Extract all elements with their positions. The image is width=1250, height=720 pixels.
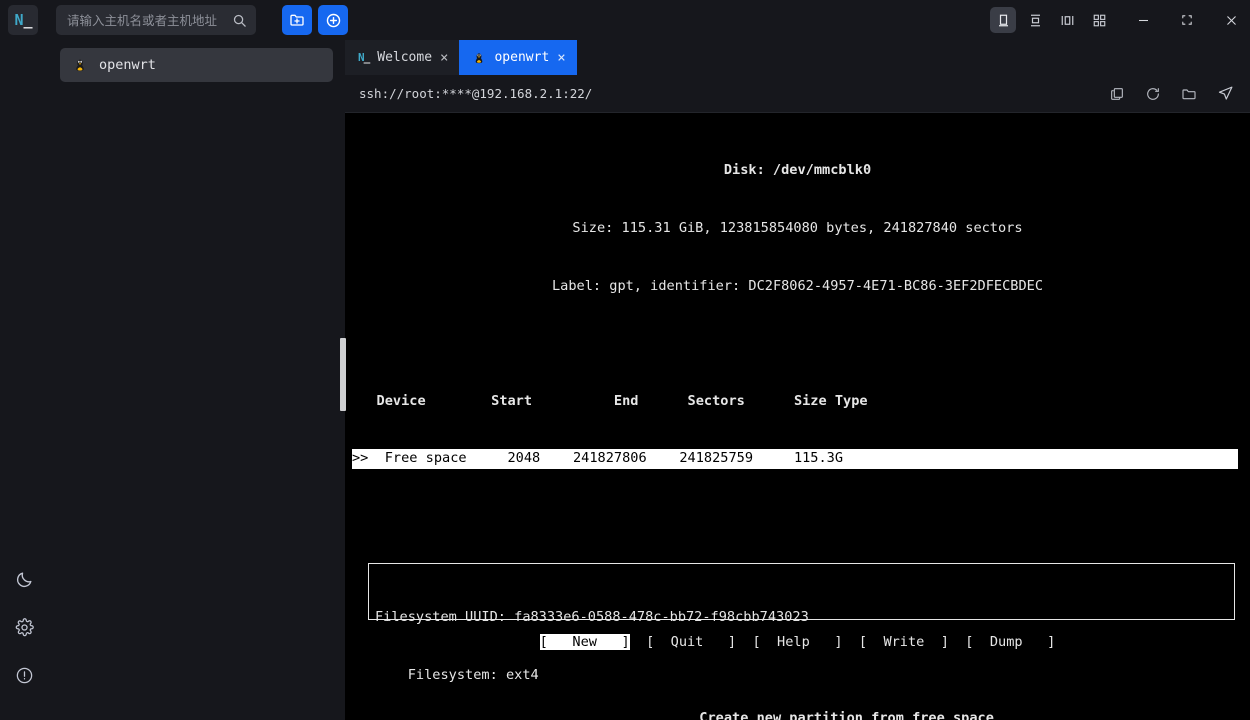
app-logo-icon: N_ [8, 5, 38, 35]
search-box[interactable] [56, 5, 256, 35]
ssh-url-input[interactable] [359, 86, 1094, 101]
partition-table-header: Device Start End Sectors Size Type [345, 392, 1250, 411]
copy-icon [1109, 86, 1125, 102]
tab-label: Welcome [377, 50, 432, 65]
gear-icon [15, 618, 34, 637]
window-body: openwrt N_ Welcome × [0, 40, 1250, 720]
dark-mode-button[interactable] [7, 562, 41, 596]
open-sftp-button[interactable] [1176, 81, 1202, 107]
terminal-pane[interactable]: Disk: /dev/mmcblk0 Size: 115.31 GiB, 123… [345, 113, 1250, 720]
maximize-button[interactable] [1174, 7, 1200, 33]
terminal-status-line: Create new partition from free space [345, 690, 1250, 720]
filesystem-type-line: Filesystem: ext4 [375, 666, 1234, 685]
search-icon[interactable] [232, 13, 247, 28]
tab-openwrt[interactable]: openwrt × [459, 40, 576, 75]
info-button[interactable] [7, 658, 41, 692]
app-logo-letter: N [14, 11, 22, 29]
layout-single-icon [996, 13, 1011, 28]
app-logo-underscore: _ [24, 11, 32, 29]
new-connection-button[interactable] [318, 5, 348, 35]
close-button[interactable] [1218, 7, 1244, 33]
menu-item-dump[interactable]: [ Dump ] [965, 634, 1055, 650]
tab-close-icon[interactable]: × [557, 51, 565, 65]
layout-vertical-split-button[interactable] [1054, 7, 1080, 33]
menu-spacer [736, 634, 752, 650]
menu-item-new[interactable]: [ New ] [540, 634, 630, 650]
disk-size-line: Size: 115.31 GiB, 123815854080 bytes, 24… [345, 219, 1250, 238]
layout-grid-icon [1092, 13, 1107, 28]
menu-item-help[interactable]: [ Help ] [752, 634, 842, 650]
table-row[interactable]: >> Free space 2048 241827806 241825759 1… [352, 449, 1238, 468]
layout-horizontal-split-button[interactable] [1022, 7, 1048, 33]
layout-vertical-icon [1060, 13, 1075, 28]
close-icon [1224, 13, 1239, 28]
nxshell-window: N_ [0, 0, 1250, 720]
disk-label-line: Label: gpt, identifier: DC2F8062-4957-4E… [345, 277, 1250, 296]
sidebar-item-label: openwrt [99, 57, 156, 73]
layout-single-button[interactable] [990, 7, 1016, 33]
info-circle-icon [15, 666, 34, 685]
session-sidebar: openwrt [48, 40, 345, 720]
icon-rail [0, 40, 48, 720]
settings-button[interactable] [7, 610, 41, 644]
maximize-icon [1180, 13, 1194, 27]
new-folder-button[interactable] [282, 5, 312, 35]
menu-item-quit[interactable]: [ Quit ] [646, 634, 736, 650]
status-text: Create new partition from free space [699, 710, 994, 720]
minimize-button[interactable] [1130, 7, 1156, 33]
tab-bar-empty-area [577, 40, 1250, 75]
filesystem-info-box: Filesystem UUID: fa8333e6-0588-478c-bb72… [368, 563, 1235, 620]
moon-icon [15, 570, 34, 589]
layout-grid-button[interactable] [1086, 7, 1112, 33]
terminal-menu-bar: [ New ] [ Quit ] [ Help ] [ Write ] [ Du… [345, 633, 1250, 652]
refresh-icon [1145, 86, 1161, 102]
minimize-icon [1136, 13, 1151, 28]
terminal-screen: Disk: /dev/mmcblk0 Size: 115.31 GiB, 123… [345, 113, 1250, 720]
menu-item-write[interactable]: [ Write ] [859, 634, 949, 650]
menu-spacer [843, 634, 859, 650]
linux-penguin-icon [72, 57, 88, 73]
linux-penguin-icon [472, 51, 486, 65]
send-command-button[interactable] [1212, 81, 1238, 107]
address-bar [345, 75, 1250, 113]
disk-title: Disk: /dev/mmcblk0 [345, 161, 1250, 180]
titlebar: N_ [0, 0, 1250, 40]
tab-bar: N_ Welcome × [345, 40, 1250, 75]
main-panel: N_ Welcome × [345, 40, 1250, 720]
search-input[interactable] [67, 13, 232, 28]
window-controls [990, 7, 1244, 33]
duplicate-session-button[interactable] [1104, 81, 1130, 107]
folder-icon [1181, 86, 1197, 102]
tab-welcome[interactable]: N_ Welcome × [345, 40, 459, 75]
layout-horizontal-icon [1028, 13, 1043, 28]
tab-close-icon[interactable]: × [440, 51, 448, 65]
menu-spacer [630, 634, 646, 650]
tab-label: openwrt [494, 50, 549, 65]
send-icon [1217, 85, 1234, 102]
menu-spacer [949, 634, 965, 650]
sidebar-item-openwrt[interactable]: openwrt [60, 48, 333, 82]
app-logo-icon: N_ [358, 51, 369, 64]
reconnect-button[interactable] [1140, 81, 1166, 107]
filesystem-uuid-line: Filesystem UUID: fa8333e6-0588-478c-bb72… [375, 608, 1234, 627]
